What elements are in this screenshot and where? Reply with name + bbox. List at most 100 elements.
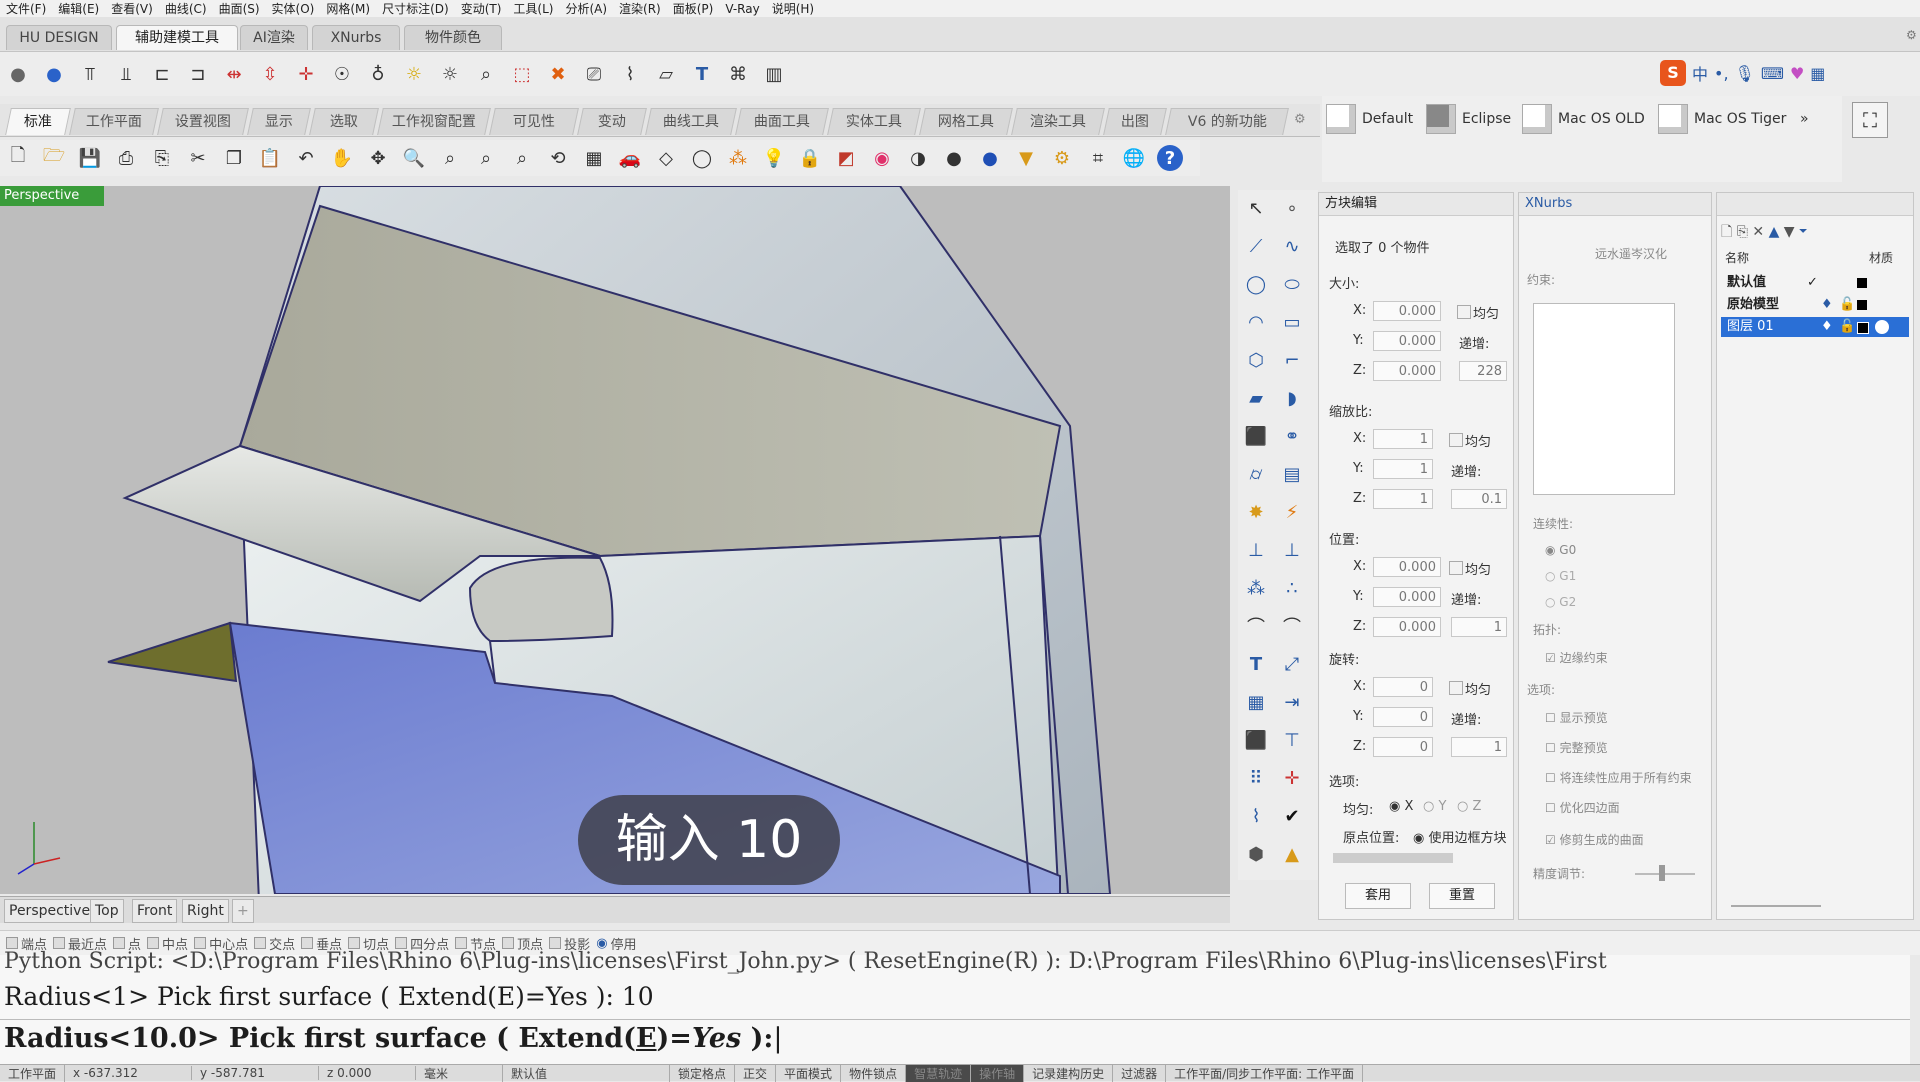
option-hotkey[interactable]: E — [636, 1023, 657, 1054]
layer-material-swatch[interactable] — [1875, 320, 1889, 334]
rotate-view-icon[interactable]: ✥ — [365, 145, 391, 171]
open-icon[interactable]: 🗁 — [41, 145, 67, 171]
menu-analyze[interactable]: 分析(A) — [559, 0, 613, 17]
add-view-tab[interactable]: + — [232, 899, 254, 923]
ime-punct-icon[interactable]: •, — [1714, 64, 1729, 83]
menu-dimension[interactable]: 尺寸标注(D) — [376, 0, 455, 17]
precision-slider-thumb[interactable] — [1659, 865, 1665, 881]
options-gear-icon[interactable]: ⚙ — [1049, 145, 1075, 171]
menu-curve[interactable]: 曲线(C) — [159, 0, 213, 17]
bulb-set-icon[interactable]: ☼ — [437, 61, 463, 87]
rotation-section[interactable]: 旋转: — [1329, 649, 1359, 668]
box-edit-icon[interactable]: ⬚ — [509, 61, 535, 87]
boolean-icon[interactable]: ⚭ — [1278, 422, 1306, 450]
settings-gear-icon[interactable]: ⚙ — [1906, 28, 1918, 42]
move-icon[interactable]: ⊥ — [1242, 536, 1270, 564]
layer-lock-icon[interactable]: 🔓 — [1839, 317, 1855, 337]
point-icon[interactable]: ∘ — [1278, 194, 1306, 222]
export-icon[interactable]: ⎘ — [149, 145, 175, 171]
align-right-icon[interactable]: ⊐ — [185, 61, 211, 87]
zoom-icon[interactable]: 🔍 — [401, 145, 427, 171]
ribbon-tab-set-view[interactable]: 设置视图 — [157, 108, 249, 135]
text-icon[interactable]: T — [689, 61, 715, 87]
reset-button[interactable]: 重置 — [1429, 883, 1495, 909]
ribbon-tab-render-tools[interactable]: 渲染工具 — [1011, 108, 1105, 135]
rot-z-field[interactable]: 0 — [1373, 737, 1433, 757]
block-icon[interactable]: ▦ — [1242, 688, 1270, 716]
trim-surface-checkbox[interactable]: ☑ 修剪生成的曲面 — [1545, 831, 1644, 848]
filter-icon[interactable]: ⏷ — [1799, 224, 1807, 240]
menu-help[interactable]: 说明(H) — [766, 0, 820, 17]
options-section[interactable]: 选项: — [1329, 771, 1359, 790]
sphere-blue-icon[interactable]: ● — [41, 61, 67, 87]
blue-sphere-icon[interactable]: ● — [977, 145, 1003, 171]
ribbon-tab-solid-tools[interactable]: 实体工具 — [827, 108, 921, 135]
move-up-icon[interactable]: ▲ — [1769, 224, 1780, 240]
ime-skin-icon[interactable]: ♥ — [1790, 64, 1804, 83]
network-icon[interactable]: ⌘ — [725, 61, 751, 87]
dimension-angle-icon[interactable]: ⌒ — [1278, 612, 1306, 640]
mesh-icon[interactable]: ▤ — [1278, 460, 1306, 488]
ribbon-tab-surface-tools[interactable]: 曲面工具 — [735, 108, 829, 135]
ungroup-icon[interactable]: ∴ — [1278, 574, 1306, 602]
array-icon[interactable]: ⠿ — [1242, 764, 1270, 792]
ribbon-settings-icon[interactable]: ⚙ — [1294, 112, 1306, 127]
new-layer-icon[interactable]: 🗋 — [1721, 224, 1732, 240]
move-down-icon[interactable]: ▼ — [1784, 224, 1795, 240]
edge-constraint-checkbox[interactable]: ☑ 边缘约束 — [1545, 649, 1608, 666]
layer-row-original-model[interactable]: 原始模型 ♦ 🔓 — [1721, 295, 1909, 315]
delete-x-icon[interactable]: ✖ — [545, 61, 571, 87]
new-file-icon[interactable]: 🗋 — [5, 145, 31, 171]
flow-icon[interactable]: ⇥ — [1278, 688, 1306, 716]
dimension-arc-icon[interactable]: ⌒ — [1242, 612, 1270, 640]
menu-panels[interactable]: 面板(P) — [667, 0, 720, 17]
zoom-selected-icon[interactable]: ⌕ — [509, 145, 535, 171]
status-cplane[interactable]: 工作平面 — [0, 1064, 66, 1082]
ribbon-tab-transform[interactable]: 变动 — [577, 108, 647, 135]
render-sphere-icon[interactable]: ● — [941, 145, 967, 171]
menu-mesh[interactable]: 网格(M) — [320, 0, 376, 17]
show-preview-checkbox[interactable]: ☐ 显示预览 — [1545, 709, 1608, 726]
tab-modeling-aids[interactable]: 辅助建模工具 — [116, 25, 238, 50]
ime-mic-icon[interactable]: 🎙 — [1735, 64, 1755, 83]
status-ortho[interactable]: 正交 — [735, 1064, 777, 1082]
scale-section[interactable]: 缩放比: — [1329, 401, 1372, 420]
undo-view-icon[interactable]: ⟲ — [545, 145, 571, 171]
axis-z-radio[interactable]: ○ Z — [1457, 799, 1481, 814]
rot-uniform-checkbox[interactable] — [1449, 681, 1463, 695]
zoom-window-icon[interactable]: ⌕ — [473, 61, 499, 87]
tab-ai-render[interactable]: AI渲染 — [240, 25, 308, 50]
align-left-icon[interactable]: ⊏ — [149, 61, 175, 87]
g2-radio[interactable]: ○ G2 — [1545, 595, 1576, 609]
menu-surface[interactable]: 曲面(S) — [213, 0, 266, 17]
light-bulb-icon[interactable]: 💡 — [761, 145, 787, 171]
fillet-curve-icon[interactable]: ⌐ — [1278, 346, 1306, 374]
g0-radio[interactable]: ◉ G0 — [1545, 543, 1576, 557]
menu-render[interactable]: 渲染(R) — [613, 0, 667, 17]
view-tab-front[interactable]: Front — [132, 899, 178, 923]
scale-z-field[interactable]: 1 — [1373, 489, 1433, 509]
theme-mac-os-old[interactable]: Mac OS OLD — [1522, 104, 1645, 134]
cplane-icon[interactable]: ◇ — [653, 145, 679, 171]
distribute-v-icon[interactable]: ⇳ — [257, 61, 283, 87]
ellipse-icon[interactable]: ⬭ — [1278, 270, 1306, 298]
menu-view[interactable]: 查看(V) — [105, 0, 159, 17]
panel-scrollbar[interactable] — [1333, 853, 1453, 863]
zoom-window-icon[interactable]: ⌕ — [437, 145, 463, 171]
loft-icon[interactable]: ⌇ — [1242, 802, 1270, 830]
align-bottom-icon[interactable]: ⫫ — [113, 61, 139, 87]
ribbon-tab-drafting[interactable]: 出图 — [1103, 108, 1167, 135]
crop-icon[interactable]: ⌗ — [1085, 145, 1111, 171]
select-arrow-icon[interactable]: ↖ — [1242, 194, 1270, 222]
save-icon[interactable]: 💾 — [77, 145, 103, 171]
apply-continuity-checkbox[interactable]: ☐ 将连续性应用于所有约束 — [1545, 769, 1692, 786]
shaded-sphere-icon[interactable]: ◑ — [905, 145, 931, 171]
menu-edit[interactable]: 编辑(E) — [52, 0, 105, 17]
center-icon[interactable]: ✛ — [293, 61, 319, 87]
solid-box-icon[interactable]: ⬛ — [1242, 726, 1270, 754]
option-value[interactable]: Yes — [692, 1023, 741, 1054]
tab-xnurbs[interactable]: XNurbs — [312, 25, 400, 50]
scale-y-field[interactable]: 1 — [1373, 459, 1433, 479]
maximize-viewport-icon[interactable]: ⛶ — [1852, 102, 1888, 138]
rot-y-field[interactable]: 0 — [1373, 707, 1433, 727]
